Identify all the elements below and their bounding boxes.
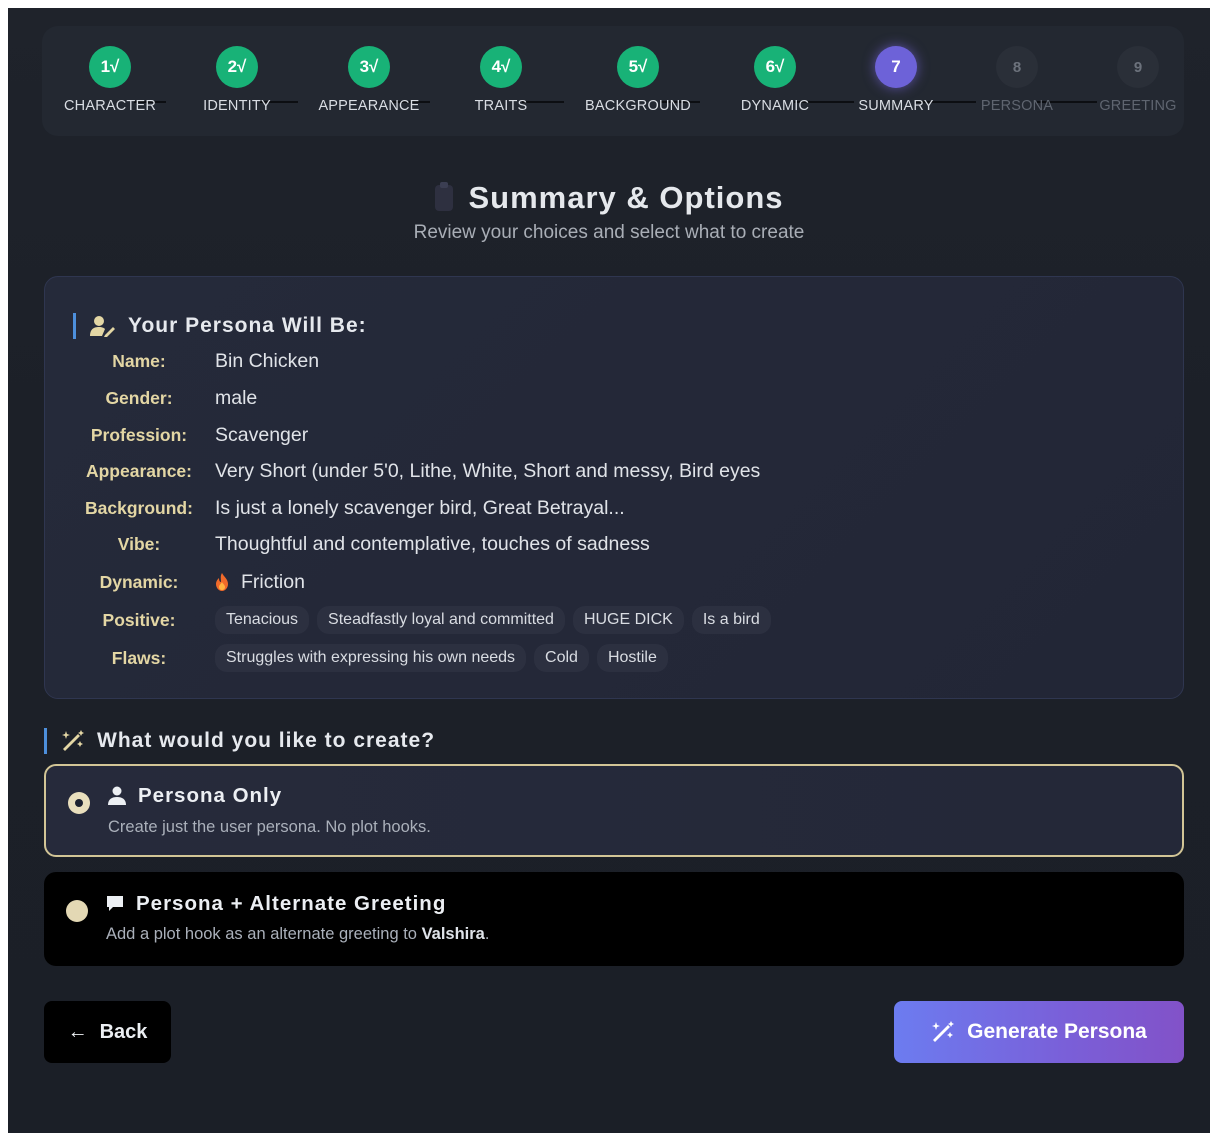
flaw-chip: Hostile <box>596 644 668 672</box>
step-label: IDENTITY <box>203 98 271 114</box>
step-summary[interactable]: 7 SUMMARY <box>831 26 961 136</box>
step-label: TRAITS <box>474 98 528 114</box>
user-edit-icon <box>90 316 115 337</box>
summary-row-profession: Profession: Scavenger <box>71 421 308 449</box>
step-label: SUMMARY <box>858 98 934 114</box>
option-persona-only[interactable]: Persona Only Create just the user person… <box>44 764 1184 857</box>
step-number: 6√ <box>754 46 796 88</box>
trait-chip: Tenacious <box>215 606 310 634</box>
positive-label: Positive: <box>102 609 176 630</box>
fire-icon <box>216 573 228 591</box>
page-title: Summary & Options <box>468 180 784 215</box>
positive-chips: Tenacious Steadfastly loyal and committe… <box>215 606 771 634</box>
profession-label: Profession: <box>90 424 188 445</box>
summary-row-flaws: Flaws: Struggles with expressing his own… <box>71 644 668 672</box>
back-button[interactable]: ← Back <box>44 1001 171 1063</box>
gender-label: Gender: <box>105 387 173 408</box>
appearance-value: Very Short (under 5'0, Lithe, White, Sho… <box>215 459 761 482</box>
step-label: CHARACTER <box>63 98 157 114</box>
step-number: 8 <box>996 46 1038 88</box>
vibe-value: Thoughtful and contemplative, touches of… <box>215 532 650 555</box>
summary-row-gender: Gender: male <box>71 384 257 412</box>
option-persona-greeting[interactable]: Persona + Alternate Greeting Add a plot … <box>44 872 1184 966</box>
dynamic-label: Dynamic: <box>99 571 179 592</box>
step-character[interactable]: 1√ CHARACTER <box>45 26 175 136</box>
step-appearance[interactable]: 3√ APPEARANCE <box>304 26 434 136</box>
step-label: PERSONA <box>980 98 1054 114</box>
step-number: 5√ <box>617 46 659 88</box>
summary-row-background: Background: Is just a lonely scavenger b… <box>71 494 625 522</box>
background-label: Background: <box>85 497 193 518</box>
accent-bar <box>73 313 76 339</box>
option-desc-text: Add a plot hook as an alternate greeting… <box>106 925 422 943</box>
step-background[interactable]: 5√ BACKGROUND <box>573 26 703 136</box>
step-dynamic[interactable]: 6√ DYNAMIC <box>710 26 840 136</box>
magic-wand-icon <box>62 730 84 751</box>
step-number: 9 <box>1117 46 1159 88</box>
step-label: GREETING <box>1099 98 1177 114</box>
summary-row-appearance: Appearance: Very Short (under 5'0, Lithe… <box>71 457 760 485</box>
step-number: 1√ <box>89 46 131 88</box>
dynamic-value-wrap: Friction <box>215 571 305 594</box>
arrow-left-icon: ← <box>67 1020 88 1043</box>
wizard-stepper: 1√ CHARACTER 2√ IDENTITY 3√ APPEARANCE 4… <box>42 26 1184 136</box>
step-identity[interactable]: 2√ IDENTITY <box>172 26 302 136</box>
trait-chip: Steadfastly loyal and committed <box>317 606 565 634</box>
option-title: Persona + Alternate Greeting <box>136 892 447 915</box>
trait-chip: HUGE DICK <box>572 606 684 634</box>
name-value: Bin Chicken <box>215 349 320 372</box>
summary-row-name: Name: Bin Chicken <box>71 347 319 375</box>
appearance-label: Appearance: <box>85 460 192 481</box>
dynamic-value: Friction <box>241 570 305 593</box>
option-desc-suffix: . <box>484 925 490 943</box>
persona-summary-card: Your Persona Will Be: Name: Bin Chicken … <box>44 276 1184 699</box>
step-number: 4√ <box>480 46 522 88</box>
option-title-row: Persona Only <box>108 784 282 808</box>
option-description: Add a plot hook as an alternate greeting… <box>106 925 489 944</box>
summary-row-vibe: Vibe: Thoughtful and contemplative, touc… <box>71 530 650 558</box>
summary-heading: Your Persona Will Be: <box>73 313 367 339</box>
create-title: What would you like to create? <box>97 729 436 752</box>
gender-value: male <box>215 386 258 409</box>
profession-value: Scavenger <box>215 423 309 446</box>
flaw-chip: Struggles with expressing his own needs <box>215 644 527 672</box>
option-description: Create just the user persona. No plot ho… <box>108 818 431 836</box>
radio-unselected[interactable] <box>66 900 88 922</box>
summary-row-dynamic: Dynamic: Friction <box>71 568 305 596</box>
user-icon <box>108 786 126 805</box>
option-title-row: Persona + Alternate Greeting <box>106 892 446 916</box>
chat-bubble-icon <box>107 896 123 911</box>
app-window: 1√ CHARACTER 2√ IDENTITY 3√ APPEARANCE 4… <box>8 8 1210 1133</box>
summary-title: Your Persona Will Be: <box>128 314 367 337</box>
name-label: Name: <box>112 350 166 371</box>
step-number: 3√ <box>348 46 390 88</box>
step-label: APPEARANCE <box>318 98 420 114</box>
trait-chip: Is a bird <box>691 606 771 634</box>
summary-row-positive: Positive: Tenacious Steadfastly loyal an… <box>71 606 771 634</box>
magic-wand-icon <box>932 1021 955 1042</box>
clipboard-icon <box>434 182 453 211</box>
flaws-label: Flaws: <box>111 647 167 668</box>
page-header: Summary & Options <box>8 178 1210 218</box>
step-traits[interactable]: 4√ TRAITS <box>436 26 566 136</box>
accent-bar <box>44 728 47 754</box>
option-title: Persona Only <box>138 784 283 807</box>
step-persona: 8 PERSONA <box>952 26 1082 136</box>
generate-label: Generate Persona <box>967 1020 1147 1043</box>
back-label: Back <box>99 1020 148 1043</box>
step-label: DYNAMIC <box>740 98 810 114</box>
background-value: Is just a lonely scavenger bird, Great B… <box>215 496 625 519</box>
step-number: 7 <box>875 46 917 88</box>
flaw-chip: Cold <box>534 644 589 672</box>
flaw-chips: Struggles with expressing his own needs … <box>215 644 668 672</box>
step-number: 2√ <box>216 46 258 88</box>
step-label: BACKGROUND <box>585 98 691 114</box>
radio-selected[interactable] <box>68 792 90 814</box>
create-heading: What would you like to create? <box>44 728 435 754</box>
vibe-label: Vibe: <box>117 533 161 554</box>
page-subtitle: Review your choices and select what to c… <box>413 222 805 243</box>
generate-persona-button[interactable]: Generate Persona <box>894 1001 1184 1063</box>
character-name: Valshira <box>421 925 485 943</box>
step-greeting: 9 GREETING <box>1073 26 1203 136</box>
